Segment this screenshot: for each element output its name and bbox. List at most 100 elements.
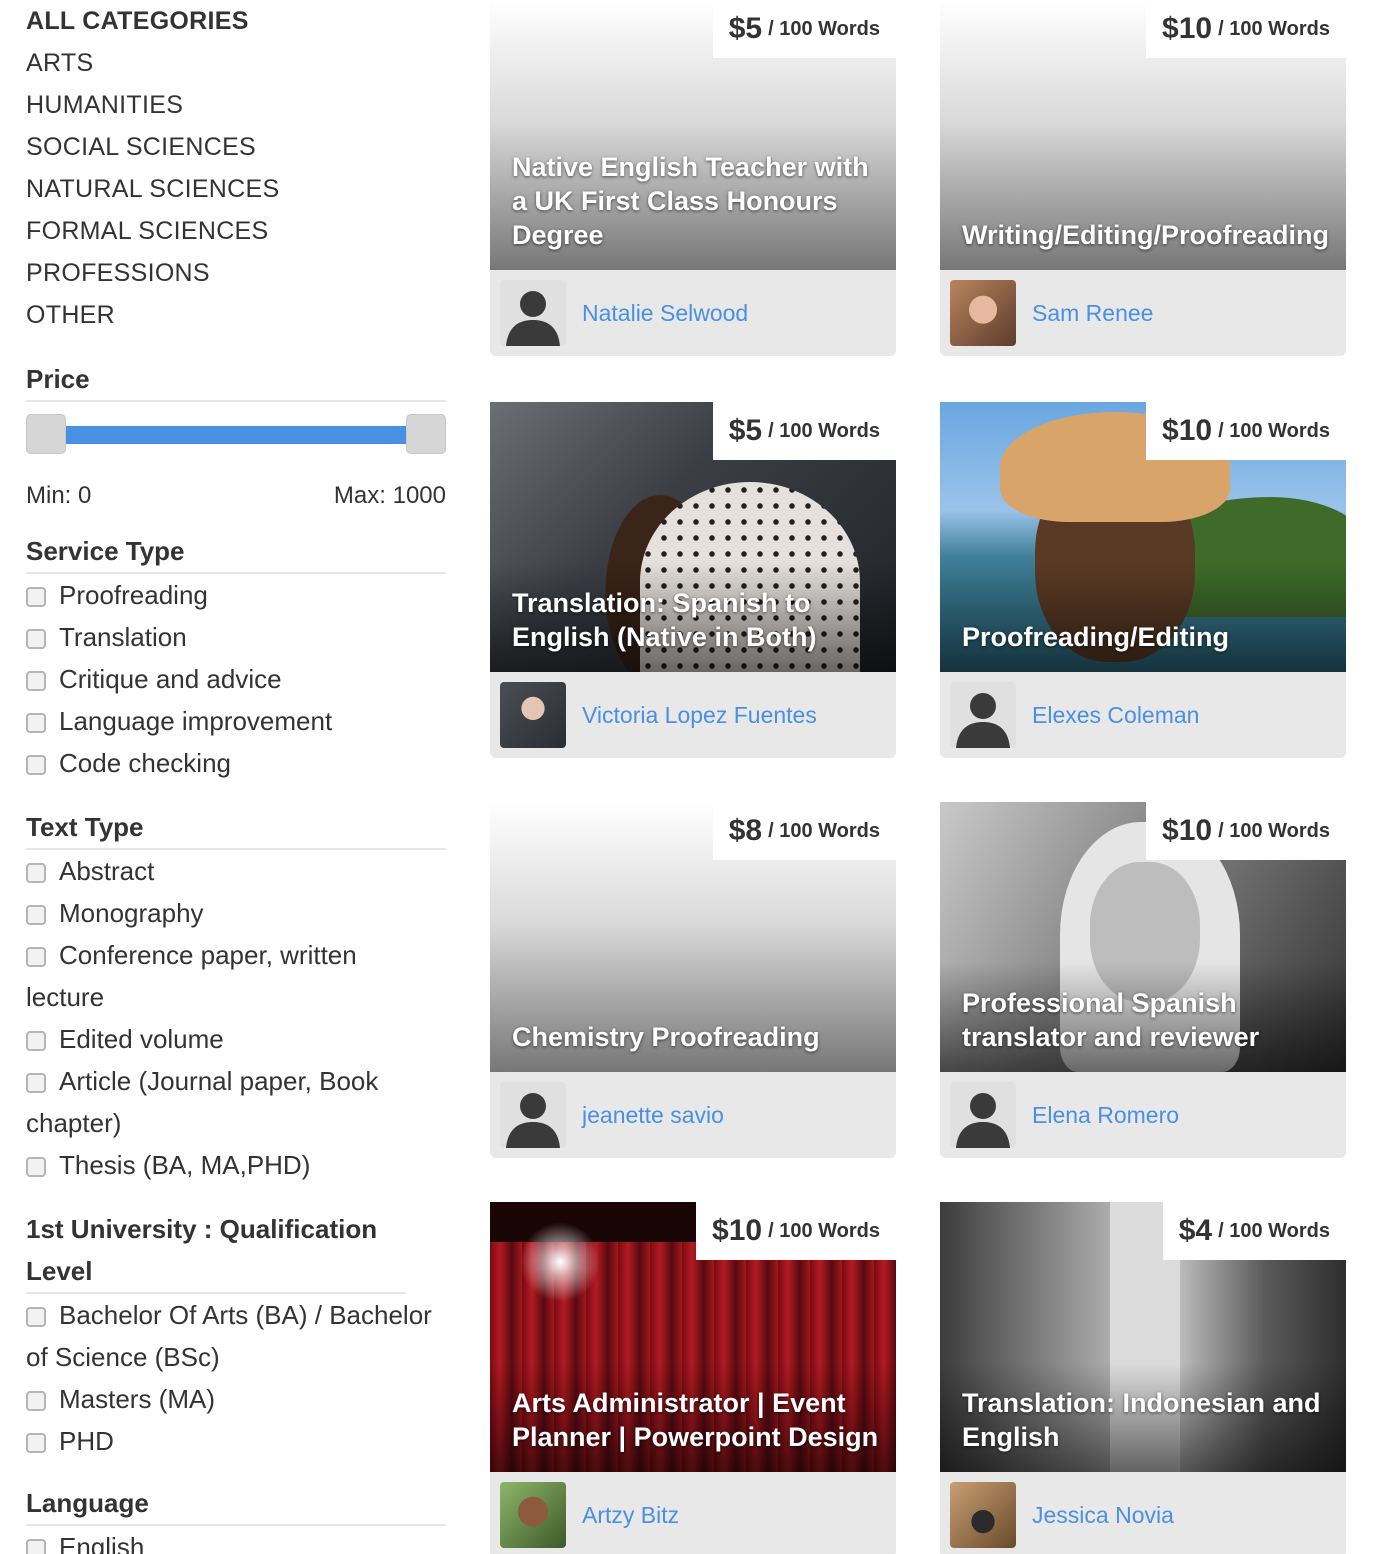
author-link[interactable]: Natalie Selwood <box>582 300 748 327</box>
author-link[interactable]: Jessica Novia <box>1032 1502 1174 1529</box>
checkbox[interactable] <box>26 863 46 883</box>
default-user-icon <box>956 1093 1010 1148</box>
text-type-option[interactable]: Abstract <box>26 850 446 892</box>
avatar[interactable] <box>950 280 1016 346</box>
avatar[interactable] <box>500 1482 566 1548</box>
service-card[interactable]: $5 / 100 Words Native English Teacher wi… <box>490 0 896 356</box>
price-tag: $10 / 100 Words <box>1146 802 1346 860</box>
price-filter: Price Min: 0 Max: 1000 <box>26 358 446 516</box>
service-card[interactable]: $10 / 100 Words Arts Administrator | Eve… <box>490 1202 896 1554</box>
checkbox[interactable] <box>26 671 46 691</box>
card-title[interactable]: Translation: Indonesian and English <box>962 1386 1332 1454</box>
service-card[interactable]: $8 / 100 Words Chemistry Proofreading je… <box>490 802 896 1158</box>
service-option[interactable]: Proofreading <box>26 574 446 616</box>
category-other[interactable]: OTHER <box>26 294 446 336</box>
author-link[interactable]: Victoria Lopez Fuentes <box>582 702 817 729</box>
service-option[interactable]: Translation <box>26 616 446 658</box>
price-unit: / 100 Words <box>1218 1219 1330 1242</box>
card-footer: Sam Renee <box>940 270 1346 356</box>
avatar[interactable] <box>950 1082 1016 1148</box>
service-card[interactable]: $4 / 100 Words Translation: Indonesian a… <box>940 1202 1346 1554</box>
card-image[interactable]: $10 / 100 Words Arts Administrator | Eve… <box>490 1202 896 1472</box>
avatar[interactable] <box>500 280 566 346</box>
service-option[interactable]: Code checking <box>26 742 446 784</box>
language-filter: Language English <box>26 1482 446 1554</box>
text-type-option[interactable]: Thesis (BA, MA,PHD) <box>26 1144 446 1186</box>
card-title[interactable]: Professional Spanish translator and revi… <box>962 986 1332 1054</box>
avatar[interactable] <box>950 682 1016 748</box>
card-footer: Jessica Novia <box>940 1472 1346 1554</box>
service-option[interactable]: Critique and advice <box>26 658 446 700</box>
photo-detail <box>520 1222 600 1302</box>
text-type-filter: Text Type Abstract Monography Conference… <box>26 806 446 1186</box>
card-title[interactable]: Chemistry Proofreading <box>512 1020 882 1054</box>
price-tag: $4 / 100 Words <box>1162 1202 1346 1260</box>
category-natural-sciences[interactable]: NATURAL SCIENCES <box>26 168 446 210</box>
card-image[interactable]: $8 / 100 Words Chemistry Proofreading <box>490 802 896 1072</box>
service-option[interactable]: Language improvement <box>26 700 446 742</box>
checkbox[interactable] <box>26 1157 46 1177</box>
price-slider[interactable] <box>26 412 446 466</box>
price-max-handle[interactable] <box>406 414 446 454</box>
service-card[interactable]: $10 / 100 Words Professional Spanish tra… <box>940 802 1346 1158</box>
category-humanities[interactable]: HUMANITIES <box>26 84 446 126</box>
card-footer: jeanette savio <box>490 1072 896 1158</box>
category-formal-sciences[interactable]: FORMAL SCIENCES <box>26 210 446 252</box>
service-card[interactable]: $10 / 100 Words Writing/Editing/Proofrea… <box>940 0 1346 356</box>
category-social-sciences[interactable]: SOCIAL SCIENCES <box>26 126 446 168</box>
card-title[interactable]: Translation: Spanish to English (Native … <box>512 586 882 654</box>
checkbox[interactable] <box>26 947 46 967</box>
checkbox[interactable] <box>26 1031 46 1051</box>
qualification-option[interactable]: PHD <box>26 1420 446 1462</box>
avatar[interactable] <box>950 1482 1016 1548</box>
qualification-option[interactable]: Bachelor Of Arts (BA) / Bachelor of Scie… <box>26 1294 446 1378</box>
author-link[interactable]: Elena Romero <box>1032 1102 1179 1129</box>
price-tag: $5 / 100 Words <box>712 402 896 460</box>
checkbox[interactable] <box>26 905 46 925</box>
author-link[interactable]: Artzy Bitz <box>582 1502 679 1529</box>
text-type-option[interactable]: Monography <box>26 892 446 934</box>
card-image[interactable]: $5 / 100 Words Translation: Spanish to E… <box>490 402 896 672</box>
text-type-option[interactable]: Conference paper, written lecture <box>26 934 386 1018</box>
card-title[interactable]: Arts Administrator | Event Planner | Pow… <box>512 1386 882 1454</box>
service-card[interactable]: $10 / 100 Words Proofreading/Editing Ele… <box>940 402 1346 758</box>
price-min-handle[interactable] <box>26 414 66 454</box>
checkbox[interactable] <box>26 629 46 649</box>
text-type-option[interactable]: Article (Journal paper, Book chapter) <box>26 1060 406 1144</box>
price-tag: $5 / 100 Words <box>712 0 896 58</box>
text-type-option-label: Article (Journal paper, Book chapter) <box>26 1066 379 1138</box>
checkbox[interactable] <box>26 1307 46 1327</box>
category-arts[interactable]: ARTS <box>26 42 446 84</box>
card-image[interactable]: $10 / 100 Words Writing/Editing/Proofrea… <box>940 0 1346 270</box>
category-all[interactable]: ALL CATEGORIES <box>26 0 446 42</box>
default-user-icon <box>506 291 560 346</box>
service-option-label: Language improvement <box>59 706 333 736</box>
author-link[interactable]: jeanette savio <box>582 1102 724 1129</box>
card-title[interactable]: Proofreading/Editing <box>962 620 1332 654</box>
language-option[interactable]: English <box>26 1526 446 1554</box>
checkbox[interactable] <box>26 1539 46 1554</box>
checkbox[interactable] <box>26 713 46 733</box>
card-image[interactable]: $10 / 100 Words Proofreading/Editing <box>940 402 1346 672</box>
card-title[interactable]: Writing/Editing/Proofreading <box>962 218 1332 252</box>
author-link[interactable]: Elexes Coleman <box>1032 702 1199 729</box>
checkbox[interactable] <box>26 755 46 775</box>
checkbox[interactable] <box>26 587 46 607</box>
card-image[interactable]: $4 / 100 Words Translation: Indonesian a… <box>940 1202 1346 1472</box>
text-type-list: Abstract Monography Conference paper, wr… <box>26 850 446 1186</box>
avatar[interactable] <box>500 682 566 748</box>
author-link[interactable]: Sam Renee <box>1032 300 1153 327</box>
checkbox[interactable] <box>26 1073 46 1093</box>
avatar[interactable] <box>500 1082 566 1148</box>
card-image[interactable]: $5 / 100 Words Native English Teacher wi… <box>490 0 896 270</box>
card-title[interactable]: Native English Teacher with a UK First C… <box>512 150 882 252</box>
qualification-option-label: Masters (MA) <box>59 1384 215 1414</box>
price-tag: $10 / 100 Words <box>1146 0 1346 58</box>
text-type-option[interactable]: Edited volume <box>26 1018 446 1060</box>
service-card[interactable]: $5 / 100 Words Translation: Spanish to E… <box>490 402 896 758</box>
checkbox[interactable] <box>26 1433 46 1453</box>
card-image[interactable]: $10 / 100 Words Professional Spanish tra… <box>940 802 1346 1072</box>
category-professions[interactable]: PROFESSIONS <box>26 252 446 294</box>
qualification-option[interactable]: Masters (MA) <box>26 1378 446 1420</box>
checkbox[interactable] <box>26 1391 46 1411</box>
